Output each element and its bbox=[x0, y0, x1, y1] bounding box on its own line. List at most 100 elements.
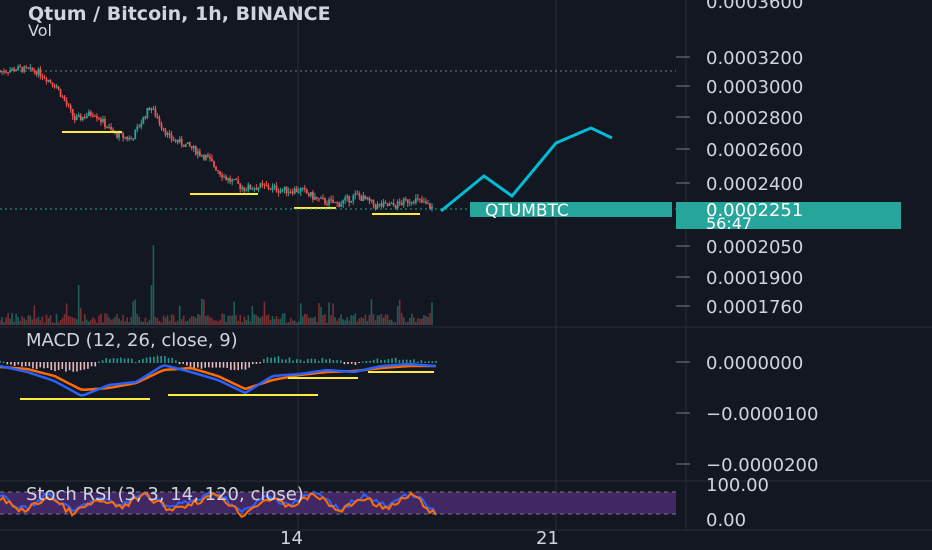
volume-bar bbox=[419, 318, 421, 325]
volume-bar bbox=[86, 319, 88, 325]
volume-bar bbox=[69, 316, 72, 325]
candle-body bbox=[15, 69, 18, 72]
candle-body bbox=[194, 146, 197, 155]
macd-histogram-bar bbox=[39, 362, 42, 368]
price-axis[interactable]: 0.0003600 0.0003200 0.0003000 0.0002800 … bbox=[706, 0, 803, 318]
projection-zigzag-arrow[interactable] bbox=[440, 126, 613, 213]
candle-body bbox=[132, 139, 135, 141]
volume-bar bbox=[368, 314, 371, 325]
volume-bar bbox=[174, 322, 177, 325]
macd-axis[interactable]: 0.0000000 −0.0000100 −0.0000200 bbox=[706, 353, 818, 476]
volume-bar bbox=[25, 320, 28, 325]
candle-body bbox=[93, 115, 96, 117]
volume-bar bbox=[231, 315, 233, 325]
macd-histogram-bar bbox=[17, 362, 20, 365]
time-axis-label: 14 bbox=[280, 528, 303, 549]
volume-bar bbox=[136, 313, 139, 325]
candle-body bbox=[364, 195, 367, 200]
volume-bar bbox=[299, 303, 302, 325]
volume-bar bbox=[128, 322, 130, 325]
candle-body bbox=[291, 191, 294, 194]
macd-histogram-bar bbox=[156, 355, 159, 363]
macd-histogram-bar bbox=[288, 357, 291, 363]
candle-body bbox=[303, 187, 306, 190]
macd-histogram-bar bbox=[431, 361, 434, 363]
macd-histogram-bar bbox=[175, 360, 177, 363]
volume-bar bbox=[429, 313, 431, 325]
candle-body bbox=[269, 188, 272, 190]
volume-bar bbox=[182, 315, 185, 325]
candle-body bbox=[178, 138, 181, 143]
volume-bar bbox=[13, 321, 15, 325]
macd-histogram-bar bbox=[186, 362, 188, 366]
candle-body bbox=[77, 115, 80, 117]
volume-bar bbox=[35, 318, 38, 325]
volume-bar bbox=[277, 318, 280, 325]
candle-body bbox=[37, 68, 40, 75]
volume-bar bbox=[360, 317, 363, 325]
candle-body bbox=[416, 198, 419, 200]
candle-body bbox=[89, 111, 92, 116]
volume-bar bbox=[37, 317, 40, 325]
candle-body bbox=[366, 197, 369, 200]
volume-bar bbox=[166, 315, 169, 325]
volume-bar bbox=[31, 319, 34, 325]
volume-bar bbox=[229, 315, 231, 325]
stoch-rsi-axis[interactable]: 100.00 0.00 bbox=[706, 475, 769, 531]
candle-body bbox=[98, 118, 100, 120]
candle-body bbox=[257, 187, 260, 190]
volume-bar bbox=[211, 318, 213, 325]
price-axis-label: 0.0002050 bbox=[706, 237, 803, 258]
volume-bar bbox=[283, 313, 286, 325]
candle-body bbox=[198, 151, 201, 156]
volume-bar bbox=[330, 315, 332, 325]
volume-bar bbox=[415, 321, 417, 325]
volume-bar bbox=[168, 320, 171, 325]
price-axis-label: 0.0002400 bbox=[706, 174, 803, 195]
volume-bar bbox=[180, 319, 183, 325]
candle-body bbox=[1, 71, 3, 73]
candle-body bbox=[3, 71, 5, 73]
candle-body bbox=[394, 205, 397, 209]
candle-body bbox=[320, 197, 322, 199]
volume-bar bbox=[348, 320, 351, 325]
volume-bar bbox=[352, 315, 355, 325]
volume-bar bbox=[253, 314, 256, 325]
volume-bar bbox=[213, 320, 215, 325]
volume-bar bbox=[332, 303, 334, 325]
candle-body bbox=[124, 136, 127, 138]
candle-body bbox=[374, 204, 377, 209]
macd-histogram-bar bbox=[372, 359, 375, 363]
macd-histogram-bar bbox=[90, 362, 93, 367]
candle-body bbox=[412, 202, 415, 204]
macd-histogram-bar bbox=[105, 358, 108, 363]
volume-bar bbox=[318, 303, 320, 325]
volume-bar bbox=[49, 315, 52, 325]
macd-histogram-bar bbox=[138, 360, 141, 363]
volume-bar bbox=[261, 316, 264, 325]
candle-body bbox=[158, 118, 161, 124]
price-axis-label: 0.0002600 bbox=[706, 140, 803, 161]
candle-body bbox=[134, 129, 137, 140]
macd-histogram-bar bbox=[204, 362, 206, 368]
volume-label: Vol bbox=[28, 21, 52, 40]
macd-histogram-bar bbox=[435, 360, 437, 363]
candle-body bbox=[281, 190, 284, 192]
candle-body bbox=[45, 78, 48, 82]
macd-histogram-bar bbox=[98, 361, 100, 363]
volume-bar bbox=[384, 314, 387, 325]
volume-bar bbox=[227, 315, 229, 325]
volume-bar bbox=[223, 313, 225, 325]
time-axis[interactable]: 14 21 bbox=[280, 528, 559, 549]
candle-body bbox=[346, 195, 349, 198]
macd-histogram-bar bbox=[197, 362, 199, 368]
trading-chart[interactable]: Qtum / Bitcoin, 1h, BINANCE Vol MACD (12… bbox=[0, 0, 932, 550]
candle-body bbox=[429, 203, 431, 209]
candle-body bbox=[29, 67, 32, 69]
volume-bar bbox=[142, 321, 145, 325]
candle-body bbox=[23, 66, 26, 72]
candle-body bbox=[255, 188, 258, 190]
candle-body bbox=[225, 176, 227, 181]
volume-bar bbox=[235, 315, 237, 325]
candle-body bbox=[13, 68, 16, 72]
